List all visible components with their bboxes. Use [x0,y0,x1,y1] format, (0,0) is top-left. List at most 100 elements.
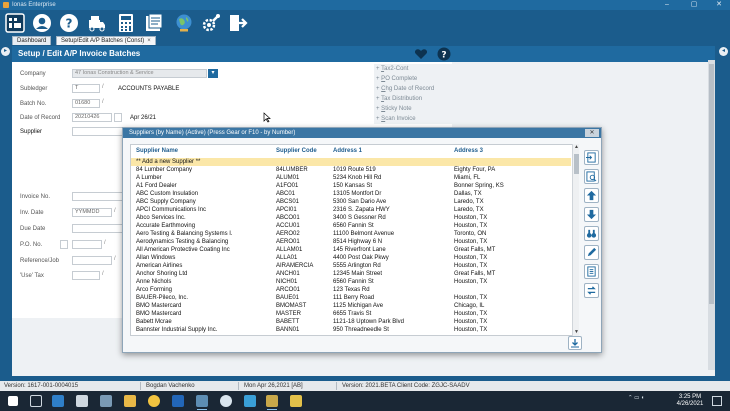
calculator-icon[interactable] [115,12,137,34]
tab-dashboard[interactable]: Dashboard [12,36,52,45]
table-row[interactable]: 84 Lumber Company 84LUMBER 1019 Route 519 E… [131,166,571,174]
use-tax-field[interactable] [72,271,100,280]
supplier-code-cell: ARCO01 [276,287,301,293]
table-row[interactable]: BMO Mastercard BMOMAST 1125 Michigan Ave Ch… [131,302,571,310]
table-row[interactable]: Anchor Shoring Ltd ANCH01 12345 Main Stree… [131,270,571,278]
table-row[interactable]: Allan Windows ALLA01 4400 Post Oak Pkwy Hou… [131,254,571,262]
table-row[interactable]: Aerodynamics Testing & Balancing AERO01 85… [131,238,571,246]
ionas-app-icon[interactable] [196,395,208,410]
scroll-down-icon[interactable]: ▼ [573,329,580,336]
task-view-icon[interactable] [30,395,42,407]
close-window-button[interactable]: ✕ [710,1,728,9]
date-checkbox[interactable] [114,113,122,122]
globe-icon[interactable] [173,12,195,34]
chrome-icon[interactable] [148,395,160,407]
supplier-code-cell: A1FO01 [276,183,299,189]
dashboard-icon[interactable] [4,12,26,34]
outlook-icon[interactable] [172,395,184,407]
move-up-button[interactable] [584,188,599,203]
due-date-field[interactable] [72,224,124,233]
refresh-button[interactable] [584,283,599,298]
tray-icons[interactable]: ⌃ ▭ ◖ [628,395,644,401]
export-button[interactable] [568,336,582,350]
ie-browser-icon[interactable] [52,395,64,407]
table-row[interactable]: American Airlines AIRAMERCIA 5555 Arlingto… [131,262,571,270]
table-row[interactable]: All American Protective Coating Inc ALLAM… [131,246,571,254]
table-row[interactable]: ABC Custom Insulation ABC01 13105 Montfort… [131,190,571,198]
link-scan-invoice[interactable]: + Scan Invoice [376,116,416,122]
app-icon[interactable] [266,395,278,410]
company-dropdown-button[interactable]: ▾ [208,69,218,78]
find-button[interactable] [584,226,599,241]
minimize-button[interactable]: – [658,1,676,9]
user-icon[interactable] [31,12,53,34]
exit-icon[interactable] [227,12,249,34]
invoice-field[interactable] [72,192,124,201]
tab-setup-edit-ap-batches[interactable]: Setup/Edit A/P Batches (Const) × [56,36,156,45]
collapse-left-icon[interactable]: ▸ [1,47,10,56]
notifications-icon[interactable] [712,396,722,406]
table-row[interactable]: APCI Communications Inc APCI01 2316 S. Zap… [131,206,571,214]
reference-job-field[interactable] [72,256,112,265]
select-record-button[interactable] [584,150,599,165]
column-supplier-code[interactable]: Supplier Code [276,148,317,154]
link-po-complete[interactable]: + PO Complete [376,76,417,82]
batch-field[interactable]: 01680 [72,99,100,108]
app-icon[interactable] [290,395,302,407]
table-row[interactable]: ABC Supply Company ABCS01 5300 San Dario A… [131,198,571,206]
truck-icon[interactable] [86,12,108,34]
edit-button[interactable] [584,245,599,260]
table-row[interactable]: BMO Mastercard MASTER 6655 Travis St Housto… [131,310,571,318]
table-row[interactable]: Arco Forming ARCO01 123 Texas Rd [131,286,571,294]
scrollbar-thumb[interactable] [574,154,579,174]
link-tax2-cont[interactable]: + Tax2-Cont [376,66,408,72]
column-address-3[interactable]: Address 3 [454,148,483,154]
table-row[interactable]: Bannster Industrial Supply Inc. BANN01 950… [131,326,571,334]
collapse-right-icon[interactable]: ◂ [719,47,728,56]
search-record-button[interactable] [584,169,599,184]
table-row[interactable]: Aero Testing & Balancing Systems I. AERO0… [131,230,571,238]
page-scrollbar[interactable] [708,60,715,370]
scrollbar-thumb[interactable] [709,64,714,304]
help-icon[interactable]: ? [437,47,451,61]
subledger-field[interactable]: T [72,84,100,93]
dialog-close-button[interactable]: ✕ [585,129,599,137]
maximize-button[interactable]: ▢ [685,1,703,9]
table-row[interactable]: Babett Mcrae BABETT 1121-18 Uptown Park Bl… [131,318,571,326]
po-checkbox[interactable] [60,240,68,249]
table-row[interactable]: Anne Nichols NICH01 6560 Fannin St Houston,… [131,278,571,286]
add-new-supplier-row[interactable]: ** Add a new Supplier ** [131,158,571,166]
app-icon[interactable] [244,395,256,407]
column-address-1[interactable]: Address 1 [333,148,362,154]
table-row[interactable]: BAUER-Pileco, Inc. BAUE01 111 Berry Road Ho… [131,294,571,302]
column-supplier-name[interactable]: Supplier Name [136,148,178,154]
link-tax-distribution[interactable]: + Tax Distribution [376,96,422,102]
table-row[interactable]: A Lumber ALUM01 5234 Knob Hill Rd Miami, FL [131,174,571,182]
po-field[interactable] [72,240,102,249]
supplier-field[interactable] [72,127,124,136]
system-clock[interactable]: 3:25 PM 4/26/2021 [675,394,705,408]
details-button[interactable] [584,264,599,279]
list-scrollbar[interactable]: ▲ ▼ [572,144,579,336]
report-icon[interactable] [143,12,165,34]
app-icon[interactable] [76,395,88,407]
app-icon[interactable] [220,395,232,407]
app-icon[interactable] [100,395,112,407]
inv-date-field[interactable]: YYMMDD [72,208,112,217]
supplier-lookup-dialog: Suppliers (by Name) (Active) (Press Gear… [122,127,602,353]
table-row[interactable]: Abco Services Inc. ABCO01 3400 S Gessner R… [131,214,571,222]
move-down-button[interactable] [584,207,599,222]
start-windows-icon[interactable] [8,396,18,406]
scroll-up-icon[interactable]: ▲ [573,144,580,151]
table-row[interactable]: A1 Ford Dealer A1FO01 150 Kansas St Bonner … [131,182,571,190]
settings-wrench-icon[interactable] [200,12,222,34]
file-explorer-icon[interactable] [124,395,136,407]
favorite-heart-icon[interactable] [414,47,428,61]
table-row[interactable]: Accurate Earthmoving ACCU01 6560 Fannin St… [131,222,571,230]
help-icon[interactable]: ? [58,12,80,34]
company-field[interactable]: 47 Ionas Construction & Service [72,69,207,78]
tab-close-icon[interactable]: × [147,38,151,44]
link-chg-date-of-record[interactable]: + Chg Date of Record [376,86,434,92]
date-of-record-field[interactable]: 20210426 [72,113,112,122]
link-sticky-note[interactable]: + Sticky Note [376,106,412,112]
